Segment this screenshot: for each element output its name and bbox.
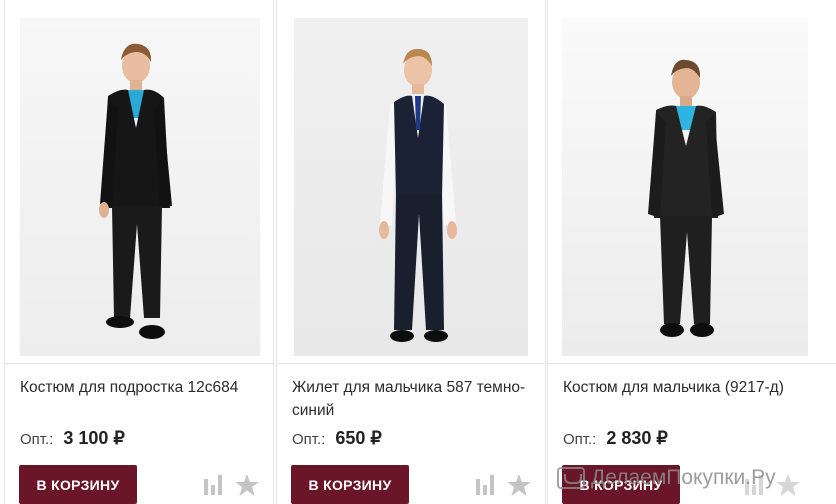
product-card: Жилет для мальчика 587 темно-синий Опт.:… (276, 0, 546, 504)
star-icon[interactable] (776, 474, 800, 496)
price-value: 3 100 ₽ (63, 428, 125, 448)
product-title[interactable]: Костюм для подростка 12с684 (20, 376, 261, 399)
product-title[interactable]: Костюм для мальчика (9217-д) (563, 376, 824, 399)
price-label: Опт.: (292, 431, 326, 448)
boy-in-navy-vest-photo (379, 48, 457, 342)
product-title[interactable]: Жилет для мальчика 587 темно-синий (292, 376, 533, 422)
product-image-area[interactable] (548, 0, 836, 364)
add-to-cart-button[interactable]: В КОРЗИНУ (291, 465, 409, 504)
price-row: Опт.: 3 100 ₽ (20, 428, 125, 454)
price-row: Опт.: 650 ₽ (292, 428, 382, 454)
bar-chart-icon[interactable] (475, 475, 497, 495)
product-card: Костюм для подростка 12с684 Опт.: 3 100 … (4, 0, 274, 504)
card-actions (203, 474, 259, 496)
bar-chart-icon[interactable] (744, 475, 766, 495)
product-photo[interactable] (294, 18, 528, 356)
star-icon[interactable] (235, 474, 259, 496)
bar-chart-icon[interactable] (203, 475, 225, 495)
product-card: Костюм для мальчика (9217-д) Опт.: 2 830… (547, 0, 836, 504)
boy-in-black-suit-photo (99, 43, 172, 339)
product-grid: Костюм для подростка 12с684 Опт.: 3 100 … (0, 0, 836, 504)
price-row: Опт.: 2 830 ₽ (563, 428, 668, 454)
product-photo[interactable] (20, 18, 260, 356)
add-to-cart-button[interactable]: В КОРЗИНУ (562, 465, 680, 504)
card-actions (744, 474, 800, 496)
add-to-cart-button[interactable]: В КОРЗИНУ (19, 465, 137, 504)
price-value: 650 ₽ (335, 428, 382, 448)
price-label: Опт.: (563, 431, 597, 448)
product-image-area[interactable] (5, 0, 273, 364)
star-icon[interactable] (507, 474, 531, 496)
product-photo[interactable] (562, 18, 808, 356)
price-label: Опт.: (20, 431, 54, 448)
price-value: 2 830 ₽ (606, 428, 668, 448)
boy-in-dark-suit-photo (648, 59, 724, 337)
card-actions (475, 474, 531, 496)
product-image-area[interactable] (277, 0, 545, 364)
